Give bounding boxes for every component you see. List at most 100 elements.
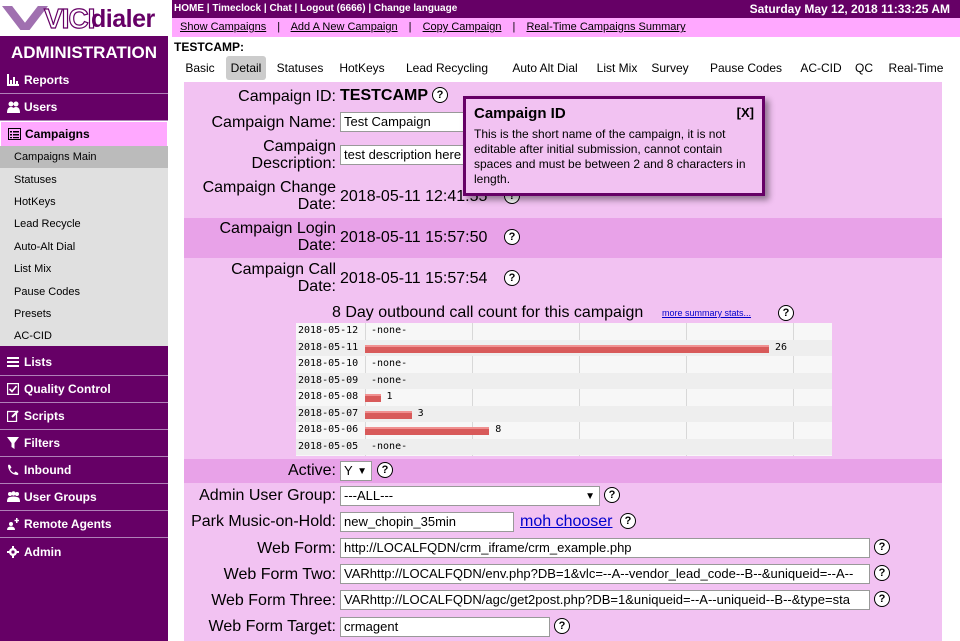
help-icon[interactable]: ?: [874, 591, 890, 607]
vicidialer-logo[interactable]: VICI dialer: [0, 0, 168, 36]
campaign-code-heading: TESTCAMP:: [174, 40, 244, 54]
tab-detail[interactable]: Detail: [226, 56, 266, 80]
copy-campaign-link[interactable]: Copy Campaign: [423, 21, 502, 33]
tooltip-close-button[interactable]: [X]: [737, 105, 754, 120]
sidebar-item-campaigns[interactable]: Campaigns: [0, 121, 168, 147]
chart-value-label: 8: [495, 424, 502, 435]
tab-auto-alt-dial[interactable]: Auto Alt Dial: [509, 56, 581, 80]
active-select[interactable]: Y ▼: [340, 461, 372, 481]
tab-pause-codes[interactable]: Pause Codes: [708, 56, 784, 80]
chevron-down-icon: ▼: [357, 466, 367, 477]
chart-row: 2018-05-06 8: [296, 422, 832, 439]
help-icon[interactable]: ?: [554, 618, 570, 634]
campaign-id-label: Campaign ID:: [238, 88, 336, 105]
phone-icon: [6, 463, 20, 477]
chart-bar: [365, 394, 381, 402]
help-icon[interactable]: ?: [874, 565, 890, 581]
chart-value-label: 1: [386, 391, 393, 402]
add-campaign-link[interactable]: Add A New Campaign: [291, 21, 398, 33]
campaign-name-input[interactable]: Test Campaign: [340, 112, 480, 132]
web-form-two-label: Web Form Two:: [223, 566, 336, 583]
park-music-input[interactable]: new_chopin_35min: [340, 512, 514, 532]
chart-date-label: 2018-05-08: [298, 391, 359, 402]
sidebar-item-scripts[interactable]: Scripts: [0, 403, 168, 430]
group-icon: [6, 490, 20, 504]
help-icon[interactable]: ?: [620, 513, 636, 529]
chart-value-label: 26: [775, 341, 788, 353]
chart-date-label: 2018-05-07: [298, 407, 359, 419]
submenu-pause-codes[interactable]: Pause Codes: [0, 280, 168, 302]
help-icon[interactable]: ?: [377, 462, 393, 478]
admin-user-group-select[interactable]: ---ALL--- ▼: [340, 486, 600, 506]
submenu-auto-alt-dial[interactable]: Auto-Alt Dial: [0, 236, 168, 258]
sidebar-item-users[interactable]: Users: [0, 94, 168, 121]
sidebar-item-user-groups[interactable]: User Groups: [0, 484, 168, 511]
chart-row: 2018-05-12 -none-: [296, 323, 832, 340]
tab-basic[interactable]: Basic: [182, 56, 218, 80]
sidebar-item-reports[interactable]: Reports: [0, 67, 168, 94]
tab-real-time[interactable]: Real-Time: [888, 56, 944, 80]
sidebar-item-inbound[interactable]: Inbound: [0, 457, 168, 484]
help-icon[interactable]: ?: [504, 229, 520, 245]
submenu-hotkeys[interactable]: HotKeys: [0, 191, 168, 213]
call-date-label-2: Date:: [297, 278, 336, 295]
top-bar: HOME | Timeclock | Chat | Logout (6666) …: [172, 0, 960, 18]
campaign-call-date-row: Campaign Call Date: 2018-05-11 15:57:54 …: [184, 259, 942, 299]
remote-agent-icon: [6, 517, 20, 531]
help-icon[interactable]: ?: [874, 539, 890, 555]
top-links[interactable]: HOME | Timeclock | Chat | Logout (6666) …: [174, 0, 457, 18]
moh-chooser-link[interactable]: moh chooser: [520, 513, 613, 531]
web-form-target-row: Web Form Target: crmagent ?: [184, 614, 942, 641]
chart-date-label: 2018-05-05: [298, 440, 359, 452]
tab-statuses[interactable]: Statuses: [274, 56, 326, 80]
tab-hotkeys[interactable]: HotKeys: [336, 56, 388, 80]
submenu-statuses[interactable]: Statuses: [0, 168, 168, 190]
park-music-label: Park Music-on-Hold:: [191, 513, 336, 530]
help-icon[interactable]: ?: [778, 305, 794, 321]
realtime-summary-link[interactable]: Real-Time Campaigns Summary: [526, 21, 685, 33]
tab-survey[interactable]: Survey: [648, 56, 692, 80]
web-form-two-input[interactable]: VARhttp://LOCALFQDN/env.php?DB=1&vlc=--A…: [340, 564, 870, 584]
submenu-list-mix[interactable]: List Mix: [0, 258, 168, 280]
submenu-lead-recycle[interactable]: Lead Recycle: [0, 213, 168, 235]
campaign-name-label: Campaign Name:: [211, 114, 337, 131]
call-date-label-1: Campaign Call: [231, 261, 336, 278]
web-form-target-input[interactable]: crmagent: [340, 617, 550, 637]
gear-icon: [6, 545, 20, 559]
sidebar-item-admin[interactable]: Admin: [0, 538, 168, 565]
admin-title: ADMINISTRATION: [10, 43, 158, 62]
chart-empty-label: -none-: [371, 440, 408, 452]
campaign-description-input[interactable]: test description here: [340, 145, 470, 165]
admin-user-group-row: Admin User Group: ---ALL--- ▼ ?: [184, 484, 942, 508]
active-row: Active: Y ▼ ?: [184, 459, 942, 483]
call-date-value: 2018-05-11 15:57:54: [340, 270, 488, 287]
sidebar-item-remote-agents[interactable]: Remote Agents: [0, 511, 168, 538]
help-icon[interactable]: ?: [432, 87, 448, 103]
submenu-presets[interactable]: Presets: [0, 303, 168, 325]
more-summary-stats-link[interactable]: more summary stats...: [662, 308, 751, 318]
chart-bar: [365, 410, 412, 419]
help-icon[interactable]: ?: [504, 270, 520, 286]
show-campaigns-link[interactable]: Show Campaigns: [180, 21, 266, 33]
web-form-three-input[interactable]: VARhttp://LOCALFQDN/agc/get2post.php?DB=…: [340, 590, 870, 610]
web-form-three-row: Web Form Three: VARhttp://LOCALFQDN/agc/…: [184, 588, 942, 613]
sidebar-item-label: Quality Control: [24, 382, 111, 396]
campaign-description-label-2: Description:: [251, 155, 336, 172]
sidebar-item-quality-control[interactable]: Quality Control: [0, 376, 168, 403]
tab-ac-cid[interactable]: AC-CID: [798, 56, 844, 80]
tab-lead-recycling[interactable]: Lead Recycling: [404, 56, 490, 80]
sidebar-item-filters[interactable]: Filters: [0, 430, 168, 457]
sidebar-item-label: Remote Agents: [24, 517, 112, 531]
web-form-input[interactable]: http://LOCALFQDN/crm_iframe/crm_example.…: [340, 538, 870, 558]
submenu-campaigns-main[interactable]: Campaigns Main: [0, 146, 168, 169]
logo-dialer-text: dialer: [91, 5, 155, 33]
tab-qc[interactable]: QC: [852, 56, 876, 80]
chart-empty-label: -none-: [371, 325, 408, 336]
sidebar-item-label: Lists: [24, 355, 53, 369]
tab-list-mix[interactable]: List Mix: [594, 56, 640, 80]
sidebar-item-lists[interactable]: Lists: [0, 349, 168, 376]
chart-empty-label: -none-: [371, 374, 408, 386]
submenu-ac-cid[interactable]: AC-CID: [0, 325, 168, 347]
help-icon[interactable]: ?: [604, 487, 620, 503]
separator: |: [512, 21, 516, 33]
